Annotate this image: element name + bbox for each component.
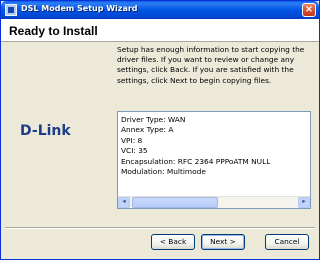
wizard-app-icon	[5, 4, 17, 16]
title-bar[interactable]: DSL Modem Setup Wizard ×	[1, 1, 319, 19]
window-title: DSL Modem Setup Wizard	[21, 4, 138, 13]
setup-wizard-window: DSL Modem Setup Wizard × Ready to Instal…	[0, 0, 320, 260]
list-item: Encapsulation: RFC 2364 PPPoATM NULL	[121, 156, 271, 166]
dlink-logo: D-Link	[20, 123, 71, 139]
cancel-button[interactable]: Cancel	[265, 234, 309, 250]
horizontal-scrollbar[interactable]: ◄ ►	[118, 196, 310, 208]
footer-divider	[5, 227, 315, 229]
list-item: Modulation: Multimode	[121, 167, 206, 177]
settings-list-content: Driver Type: WAN Annex Type: A VPI: 8 VC…	[121, 115, 307, 195]
settings-listbox[interactable]: Driver Type: WAN Annex Type: A VPI: 8 VC…	[117, 111, 311, 209]
list-item: VPI: 8	[121, 135, 143, 145]
scrollbar-thumb[interactable]	[132, 197, 218, 208]
scroll-right-arrow-icon[interactable]: ►	[298, 197, 310, 208]
back-button[interactable]: < Back	[151, 234, 195, 250]
wizard-header: Ready to Install	[1, 19, 319, 42]
next-button[interactable]: Next >	[201, 234, 245, 250]
scroll-left-arrow-icon[interactable]: ◄	[118, 197, 130, 208]
list-item: Annex Type: A	[121, 125, 174, 135]
list-item: VCI: 35	[121, 146, 148, 156]
list-item: Driver Type: WAN	[121, 115, 186, 124]
page-title: Ready to Install	[9, 24, 98, 38]
close-button[interactable]: ×	[302, 3, 316, 17]
ready-description: Setup has enough information to start co…	[117, 45, 305, 85]
